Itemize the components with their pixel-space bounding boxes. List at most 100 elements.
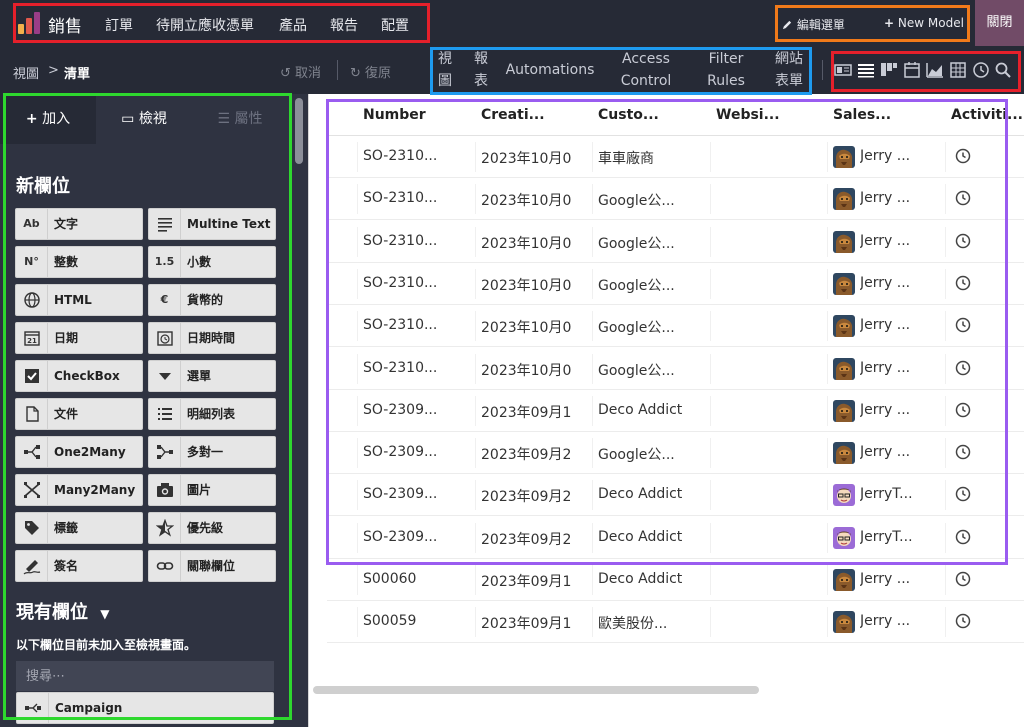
- table-row[interactable]: SO-2309... 2023年09月2 Google公... Jerry ...: [327, 432, 1024, 475]
- cell-divider: [592, 522, 593, 553]
- field-button-10[interactable]: 文件: [15, 398, 143, 430]
- field-button-9[interactable]: 選單: [148, 360, 276, 392]
- cell-divider: [710, 395, 711, 426]
- activity-clock-icon[interactable]: [955, 402, 971, 418]
- table-row[interactable]: SO-2310... 2023年10月0 Google公... Jerry ...: [327, 263, 1024, 305]
- field-button-8[interactable]: CheckBox: [15, 360, 143, 392]
- table-row[interactable]: SO-2309... 2023年09月2 Deco Addict JerryT...: [327, 474, 1024, 517]
- field-button-16[interactable]: 標籤: [15, 512, 143, 544]
- tab-views[interactable]: 視 圖: [434, 48, 456, 92]
- field-button-13[interactable]: 多對一: [148, 436, 276, 468]
- cell-divider: [357, 395, 358, 426]
- menu-products[interactable]: 產品: [279, 15, 307, 35]
- menu-to-invoice[interactable]: 待開立應收憑單: [156, 15, 254, 35]
- column-header-salesperson[interactable]: Sales...: [833, 107, 891, 123]
- activity-clock-icon[interactable]: [955, 613, 971, 629]
- cell-divider: [475, 395, 476, 426]
- activity-clock-icon[interactable]: [955, 360, 971, 376]
- activity-clock-icon[interactable]: [955, 233, 971, 249]
- field-button-2[interactable]: N° 整數: [15, 246, 143, 278]
- field-button-3[interactable]: 1.5 小數: [148, 246, 276, 278]
- field-button-6[interactable]: 21 日期: [15, 322, 143, 354]
- activity-view-icon[interactable]: [972, 61, 990, 79]
- tab-properties[interactable]: ☰ 屬性: [192, 94, 288, 144]
- activity-clock-icon[interactable]: [955, 317, 971, 333]
- field-button-4[interactable]: HTML: [15, 284, 143, 316]
- activity-clock-icon[interactable]: [955, 529, 971, 545]
- existing-field-campaign[interactable]: Campaign: [16, 692, 274, 724]
- edit-menu-button[interactable]: 編輯選單: [782, 16, 845, 33]
- field-button-1[interactable]: Multine Text: [148, 208, 276, 240]
- field-button-7[interactable]: 日期時間: [148, 322, 276, 354]
- table-row[interactable]: SO-2310... 2023年10月0 車車廠商 Jerry ...: [327, 136, 1024, 178]
- redo-button[interactable]: ↻ 復原: [350, 62, 391, 81]
- table-row[interactable]: SO-2310... 2023年10月0 Google公... Jerry ...: [327, 221, 1024, 263]
- tab-website-forms[interactable]: 網站 表單: [770, 48, 808, 92]
- cell-divider: [475, 522, 476, 553]
- field-button-19[interactable]: 關聯欄位: [148, 550, 276, 582]
- tab-add[interactable]: + 加入: [0, 94, 96, 144]
- activity-clock-icon[interactable]: [955, 190, 971, 206]
- horizontal-scrollbar[interactable]: [313, 686, 759, 694]
- field-button-11[interactable]: 明細列表: [148, 398, 276, 430]
- field-search-input[interactable]: [16, 661, 274, 691]
- avatar: [833, 399, 855, 422]
- column-header-customer[interactable]: Custo...: [598, 107, 659, 123]
- avatar: [833, 442, 855, 465]
- list-view-icon[interactable]: [857, 61, 875, 79]
- column-header-website[interactable]: Websi...: [716, 107, 780, 123]
- menu-configuration[interactable]: 配置: [381, 15, 409, 35]
- activity-clock-icon[interactable]: [955, 571, 971, 587]
- tab-filter-rules[interactable]: Filter Rules: [700, 48, 752, 92]
- table-row[interactable]: SO-2309... 2023年09月2 Deco Addict JerryT...: [327, 517, 1024, 559]
- column-header-number[interactable]: Number: [363, 107, 426, 123]
- avatar: [833, 526, 855, 549]
- field-button-18[interactable]: 簽名: [15, 550, 143, 582]
- new-model-button[interactable]: + New Model: [884, 16, 964, 30]
- menu-orders[interactable]: 訂單: [105, 15, 133, 35]
- kanban-view-icon[interactable]: [880, 61, 898, 79]
- studio-toolbar: 視圖 > 清單 ↺ 取消 ↻ 復原 視 圖 報 表 Automations Ac…: [0, 46, 1024, 94]
- table-row[interactable]: SO-2310... 2023年10月0 Google公... Jerry ...: [327, 305, 1024, 348]
- app-title[interactable]: 銷售: [48, 12, 82, 37]
- field-button-label: Multine Text: [187, 217, 271, 231]
- activity-clock-icon[interactable]: [955, 444, 971, 460]
- field-button-5[interactable]: € 貨幣的: [148, 284, 276, 316]
- field-button-12[interactable]: One2Many: [15, 436, 143, 468]
- cell-divider: [592, 565, 593, 595]
- cell-divider: [475, 480, 476, 511]
- table-row[interactable]: SO-2309... 2023年09月1 Deco Addict Jerry ...: [327, 390, 1024, 432]
- sales-app-logo-icon[interactable]: [18, 12, 40, 34]
- calendar-view-icon[interactable]: [903, 61, 921, 79]
- field-button-label: 文件: [54, 407, 79, 421]
- form-view-icon[interactable]: [834, 61, 852, 79]
- undo-button[interactable]: ↺ 取消: [280, 62, 321, 81]
- menu-reporting[interactable]: 報告: [330, 15, 358, 35]
- cell-creation-date: 2023年09月2: [481, 489, 572, 506]
- table-row[interactable]: SO-2310... 2023年10月0 Google公... Jerry ...: [327, 178, 1024, 221]
- tab-view[interactable]: ▭ 檢視: [96, 94, 192, 144]
- tab-reports[interactable]: 報 表: [470, 48, 492, 92]
- cell-divider: [945, 565, 946, 595]
- graph-view-icon[interactable]: [926, 61, 944, 79]
- existing-fields-title[interactable]: 現有欄位 ▼: [16, 598, 110, 624]
- field-button-17[interactable]: 優先級: [148, 512, 276, 544]
- field-button-0[interactable]: Ab 文字: [15, 208, 143, 240]
- table-row[interactable]: SO-2310... 2023年10月0 Google公... Jerry ...: [327, 348, 1024, 390]
- tab-automations[interactable]: Automations: [504, 59, 596, 81]
- column-header-creation-date[interactable]: Creati...: [481, 107, 545, 123]
- field-button-14[interactable]: Many2Many: [15, 474, 143, 506]
- breadcrumb-views[interactable]: 視圖: [13, 63, 39, 82]
- sidebar-scrollbar[interactable]: [295, 98, 303, 164]
- tab-access-control[interactable]: Access Control: [612, 48, 680, 92]
- activity-clock-icon[interactable]: [955, 275, 971, 291]
- activity-clock-icon[interactable]: [955, 486, 971, 502]
- table-row[interactable]: S00060 2023年09月1 Deco Addict Jerry ...: [327, 559, 1024, 601]
- table-row[interactable]: S00059 2023年09月1 歐美股份... Jerry ...: [327, 601, 1024, 644]
- close-studio-button[interactable]: 關閉: [975, 0, 1024, 46]
- search-view-icon[interactable]: [994, 61, 1012, 79]
- column-header-activities[interactable]: Activiti...: [951, 107, 1023, 123]
- field-button-15[interactable]: 圖片: [148, 474, 276, 506]
- pivot-view-icon[interactable]: [949, 61, 967, 79]
- activity-clock-icon[interactable]: [955, 148, 971, 164]
